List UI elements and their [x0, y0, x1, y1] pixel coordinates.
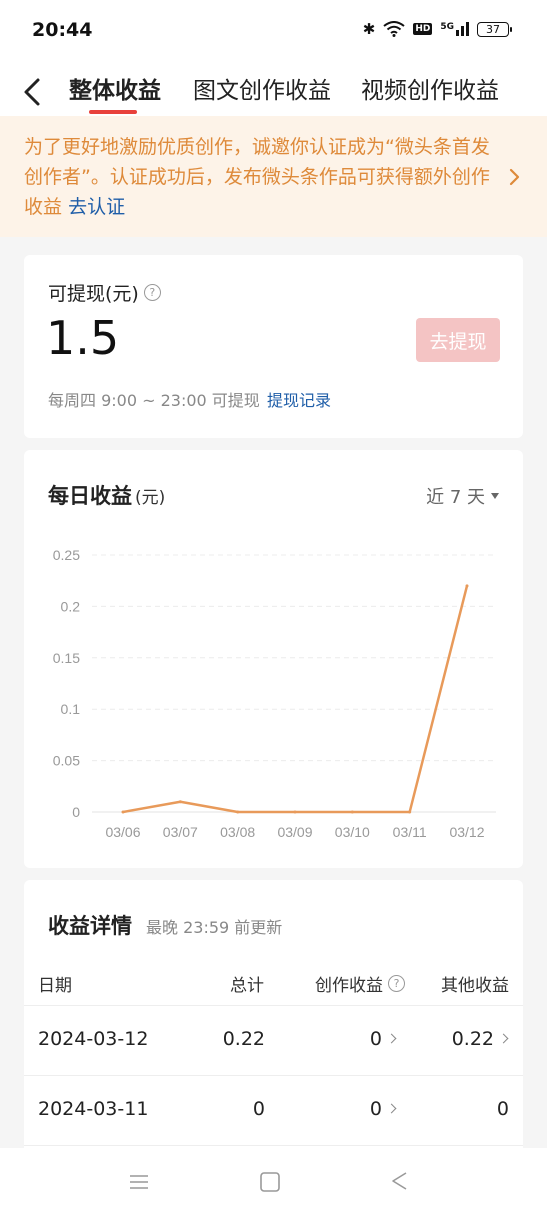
daily-income-chart: 0 0.05 0.1 0.15 0.2 0.25 03/06 03/07 03/08 03/09 0… — [53, 547, 496, 840]
row-total: 0.22 — [222, 1028, 265, 1050]
row-other: 0.22 — [451, 1028, 494, 1050]
income-line — [122, 585, 469, 814]
daily-income-card: 每日收益 (元) 近 7 天 0 0.05 0.1 0.15 0.2 0.25 03/06 0… — [24, 450, 523, 868]
withdrawable-label: 可提现(元) ? — [48, 279, 161, 306]
data-point — [236, 810, 240, 814]
signal-label: 5G — [440, 22, 454, 32]
income-details-card: 收益详情 最晚 23:59 前更新 日期 总计 创作收益 ? 其他收益 2024… — [24, 880, 523, 1160]
system-nav-bar — [0, 1148, 547, 1216]
back-arrow-icon[interactable] — [18, 70, 48, 110]
x-tick-label: 03/07 — [163, 824, 198, 840]
row-date: 2024-03-12 — [38, 1028, 149, 1050]
y-tick-label: 0 — [72, 804, 80, 820]
withdraw-record-link[interactable]: 提现记录 — [267, 387, 331, 411]
status-time: 20:44 — [32, 19, 93, 41]
help-icon[interactable]: ? — [388, 975, 405, 992]
top-nav: 整体收益 图文创作收益 视频创作收益 — [0, 62, 547, 116]
table-row: 2024-03-12 0.22 0 0.22 — [24, 1006, 523, 1076]
table-row: 2024-03-11 0 0 0 — [24, 1076, 523, 1146]
y-tick-label: 0.05 — [53, 753, 80, 769]
data-point — [178, 800, 182, 804]
header-other: 其他收益 — [441, 976, 509, 996]
x-tick-label: 03/12 — [449, 824, 484, 840]
status-icons: ✱ HD 5G 37 — [362, 20, 512, 38]
chevron-right-icon[interactable] — [507, 166, 521, 188]
tab-overall-income[interactable]: 整体收益 — [69, 71, 161, 105]
back-icon[interactable] — [386, 1170, 416, 1194]
chevron-right-icon — [386, 1033, 397, 1044]
y-tick-label: 0.2 — [61, 598, 81, 614]
withdraw-schedule-note: 每周四 9:00 ~ 23:00 可提现 — [48, 391, 260, 410]
row-total: 0 — [252, 1098, 265, 1120]
x-tick-label: 03/09 — [277, 824, 312, 840]
table-header: 日期 总计 创作收益 ? 其他收益 — [24, 956, 523, 1006]
x-tick-label: 03/10 — [335, 824, 370, 840]
data-point — [350, 810, 354, 814]
status-bar: 20:44 ✱ HD 5G 37 — [0, 0, 547, 62]
row-other-link[interactable]: 0.22 — [451, 1028, 509, 1050]
tab-video-income[interactable]: 视频创作收益 — [361, 71, 499, 105]
y-tick-label: 0.15 — [53, 650, 80, 666]
battery-level: 37 — [486, 22, 500, 36]
help-icon[interactable]: ? — [143, 284, 161, 301]
data-point — [293, 810, 297, 814]
header-creation-label: 创作收益 — [315, 976, 383, 996]
withdraw-card: 可提现(元) ? 1.5 去提现 每周四 9:00 ~ 23:00 可提现 提现… — [24, 255, 523, 438]
y-tick-label: 0.25 — [53, 547, 80, 563]
update-time-note: 最晚 23:59 前更新 — [146, 918, 283, 937]
signal-icon: 5G — [440, 22, 469, 36]
tab-article-income[interactable]: 图文创作收益 — [193, 71, 331, 105]
withdrawable-amount: 1.5 — [46, 311, 120, 365]
row-creation: 0 — [369, 1098, 382, 1120]
menu-icon[interactable] — [124, 1170, 154, 1194]
data-point — [465, 584, 469, 588]
bluetooth-icon: ✱ — [362, 20, 376, 38]
header-total: 总计 — [230, 976, 264, 996]
withdrawable-label-text: 可提现(元) — [48, 283, 139, 305]
hd-icon: HD — [413, 23, 433, 35]
row-date: 2024-03-11 — [38, 1098, 149, 1120]
y-tick-label: 0.1 — [61, 701, 81, 717]
chevron-right-icon — [386, 1103, 397, 1114]
header-creation: 创作收益 ? — [315, 971, 405, 996]
row-creation: 0 — [369, 1028, 382, 1050]
header-date: 日期 — [38, 976, 72, 996]
data-point — [121, 810, 125, 814]
chevron-right-icon — [498, 1033, 509, 1044]
battery-icon: 37 — [477, 21, 512, 37]
income-details-title: 收益详情 — [48, 914, 132, 938]
certification-notice[interactable]: 为了更好地激励优质创作，诚邀你认证成为“微头条首发创作者”。认证成功后，发布微头… — [0, 116, 547, 237]
x-tick-label: 03/06 — [105, 824, 140, 840]
x-tick-label: 03/08 — [220, 824, 255, 840]
x-tick-label: 03/11 — [393, 824, 427, 840]
home-icon[interactable] — [255, 1170, 285, 1194]
withdraw-button[interactable]: 去提现 — [416, 318, 500, 362]
row-creation-link[interactable]: 0 — [369, 1028, 397, 1050]
active-tab-indicator — [89, 110, 137, 114]
data-point — [408, 810, 412, 814]
row-other: 0 — [496, 1098, 509, 1120]
row-creation-link[interactable]: 0 — [369, 1098, 397, 1120]
wifi-icon — [383, 21, 405, 37]
go-certify-link[interactable]: 去认证 — [68, 196, 125, 218]
notice-text: 为了更好地激励优质创作，诚邀你认证成为“微头条首发创作者”。认证成功后，发布微头… — [24, 132, 494, 222]
